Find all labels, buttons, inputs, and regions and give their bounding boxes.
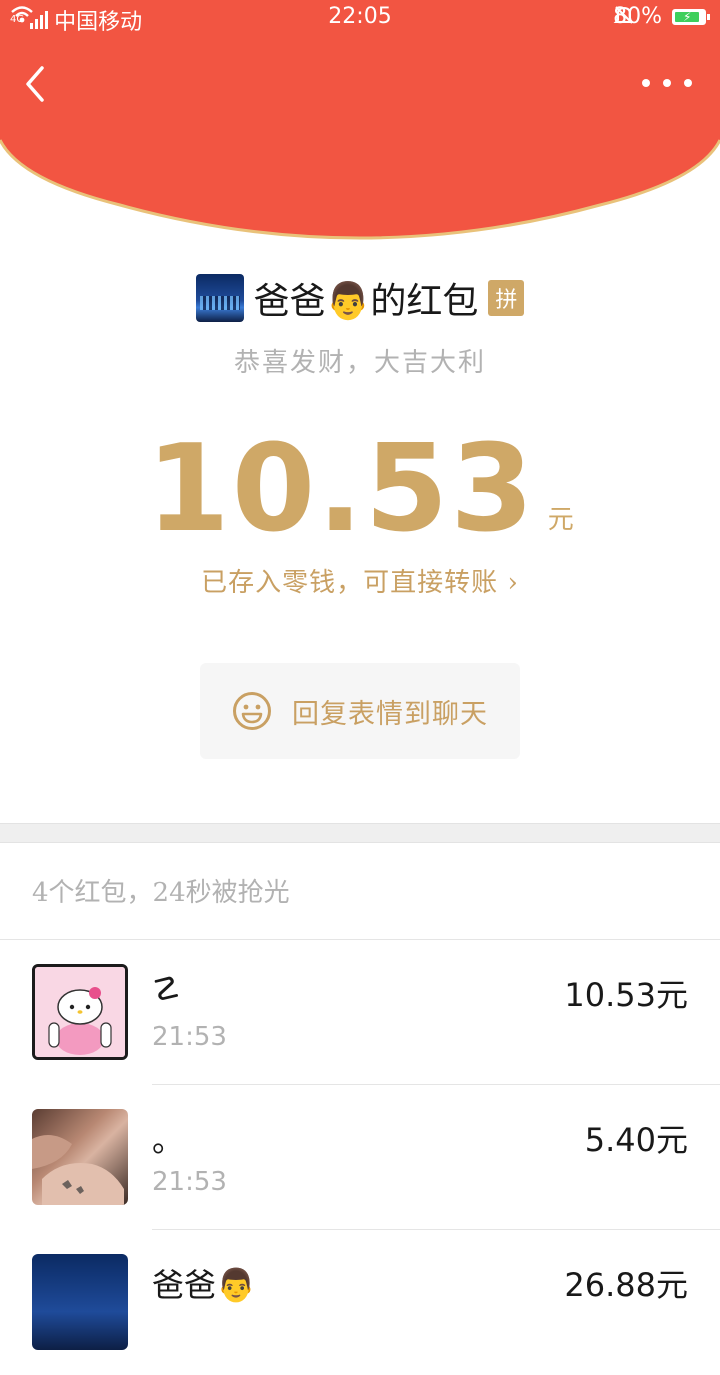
reply-with-sticker-button[interactable]: 回复表情到聊天	[200, 663, 520, 759]
receiver-name: 。	[152, 1121, 185, 1159]
summary-text: 4个红包，24秒被抢光	[32, 878, 290, 908]
hello-kitty-image	[35, 967, 125, 1057]
list-item[interactable]: 爸爸👨 26.88元	[0, 1230, 720, 1375]
mute-bell-icon	[613, 6, 635, 24]
more-options-button[interactable]	[642, 70, 692, 96]
receiver-time: 21:53	[152, 1022, 227, 1052]
sender-avatar[interactable]	[195, 274, 244, 322]
more-dot-icon	[642, 79, 650, 87]
group-red-packet-badge: 拼	[488, 280, 525, 316]
reply-button-label: 回复表情到聊天	[292, 698, 488, 730]
receiver-avatar	[32, 1254, 128, 1350]
amount-row: 10.53 元	[0, 430, 720, 550]
receiver-amount: 10.53元	[564, 976, 688, 1014]
list-item[interactable]: ☡ 21:53 10.53元	[0, 940, 720, 1085]
receiver-name: ☡	[152, 970, 181, 1008]
greeting-text: 恭喜发财，大吉大利	[233, 348, 486, 378]
more-dot-icon	[663, 79, 671, 87]
smile-icon	[233, 692, 271, 730]
battery-icon: ⚡	[672, 8, 710, 25]
chevron-right-icon: ›	[507, 568, 519, 598]
back-button[interactable]	[16, 60, 60, 108]
chevron-left-icon	[26, 66, 44, 102]
receiver-avatar	[32, 1109, 128, 1205]
hand-photo-image	[32, 1135, 124, 1205]
receiver-amount: 26.88元	[564, 1266, 688, 1304]
saved-to-balance-text: 已存入零钱，可直接转账	[201, 568, 499, 598]
sender-title: 爸爸👨的红包	[253, 281, 479, 322]
receiver-amount: 5.40元	[584, 1121, 688, 1159]
sender-row: 爸爸👨的红包 拼	[0, 272, 720, 324]
clock: 22:05	[328, 4, 392, 29]
red-envelope-header: 4G 中国移动 22:05 80% ⚡	[0, 0, 720, 240]
list-item[interactable]: 。 21:53 5.40元	[0, 1085, 720, 1230]
more-dot-icon	[684, 79, 692, 87]
receiver-time: 21:53	[152, 1167, 227, 1197]
amount-value: 10.53	[146, 420, 536, 559]
saved-to-balance-link[interactable]: 已存入零钱，可直接转账 ›	[0, 562, 720, 599]
amount-unit: 元	[547, 505, 574, 535]
receiver-avatar	[32, 964, 128, 1060]
status-bar: 4G 中国移动 22:05 80% ⚡	[0, 0, 720, 36]
receiver-name: 爸爸👨	[152, 1266, 256, 1304]
header-curve	[0, 0, 720, 240]
section-divider	[0, 823, 720, 843]
